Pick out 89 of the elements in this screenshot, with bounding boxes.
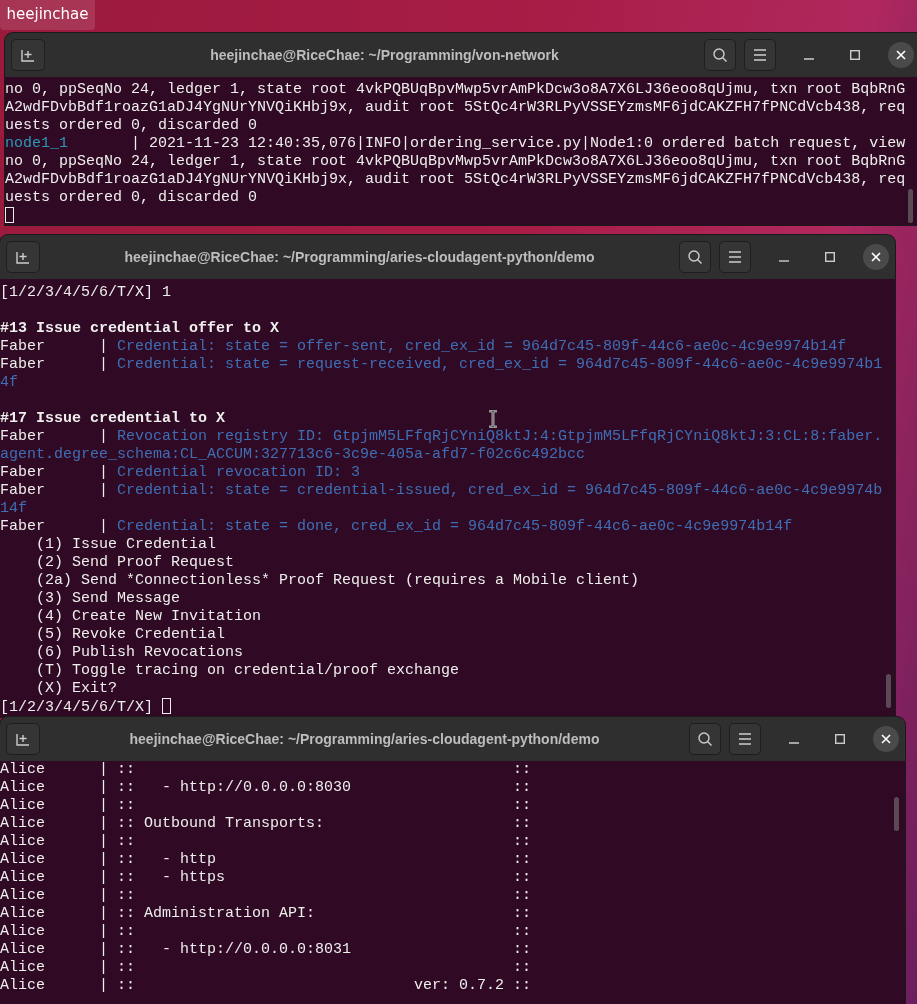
log-message: Credential revocation ID: 3 xyxy=(117,464,361,481)
terminal-text: Alice | :: ver: 0.7.2 :: xyxy=(0,977,532,994)
minimize-icon xyxy=(804,58,814,60)
window-title: heejinchae@RiceChae: ~/Programming/von-network xyxy=(209,47,560,63)
terminal-text: Alice | :: :: xyxy=(0,797,532,814)
search-icon xyxy=(697,731,713,747)
terminal-text: no 0, ppSeqNo 24, ledger 1, state root 4vkPQBUqBpvMwp5vrAmPkDcw3o8A7X6LJ36eoo8qUjmu, txn root BqbRnG xyxy=(5,81,906,98)
maximize-icon xyxy=(825,252,835,262)
log-message: Credential: state = offer-sent, cred_ex_id = 964d7c45-809f-44c6-ae0c-4c9e9974b14f xyxy=(117,338,847,355)
node-name: node1_1 xyxy=(5,135,68,152)
search-button[interactable] xyxy=(689,723,721,755)
section-heading: #13 Issue credential offer to X xyxy=(0,320,280,337)
terminal-text: no 0, ppSeqNo 24, ledger 1, state root 4vkPQBUqBpvMwp5vrAmPkDcw3o8A7X6LJ36eoo8qUjmu, txn root BqbRnG xyxy=(5,153,906,170)
terminal-text: Alice | :: :: xyxy=(0,833,532,850)
search-icon xyxy=(687,249,703,265)
terminal-text: Alice | :: - http :: xyxy=(0,851,532,868)
log-message: Credential: state = credential-issued, cred_ex_id = 964d7c45-809f-44c6-ae0c-4c9e9974b xyxy=(117,482,883,499)
new-tab-icon xyxy=(15,731,31,747)
scrollbar-thumb[interactable] xyxy=(886,674,891,708)
terminal-text: A2wdFDvbBdf1roazG1aDJ4YgNUrYNVQiKHbj9x, audit root 5StQc4rW3RLPyVSSEYzmsMF6jdCAKZFH7fPNCdVcb438, req xyxy=(5,171,906,188)
text-cursor xyxy=(162,698,172,714)
terminal-text: uests ordered 0, discarded 0 xyxy=(5,189,258,206)
terminal-text: (6) Publish Revocations xyxy=(35,644,244,661)
terminal-text: Faber | xyxy=(0,464,110,481)
scrollbar-thumb[interactable] xyxy=(894,797,899,831)
terminal-text: (1) Issue Credential xyxy=(35,536,217,553)
maximize-icon xyxy=(835,734,845,744)
terminal-text: Alice | :: Administration API: :: xyxy=(0,905,532,922)
terminal-text: (4) Create New Invitation xyxy=(35,608,262,625)
terminal-text: Alice | :: - http://0.0.0.0:8031 :: xyxy=(0,941,532,958)
terminal-text: Faber | xyxy=(0,482,110,499)
close-button[interactable] xyxy=(863,244,889,270)
close-icon xyxy=(896,50,906,60)
close-icon xyxy=(881,734,891,744)
log-message: Credential: state = request-received, cred_ex_id = 964d7c45-809f-44c6-ae0c-4c9e9974b1 xyxy=(117,356,883,373)
terminal-text: (X) Exit? xyxy=(35,680,118,697)
menu-icon xyxy=(728,251,742,263)
terminal-text: (2) Send Proof Request xyxy=(35,554,235,571)
terminal-text: (3) Send Message xyxy=(35,590,181,607)
terminal-text: Alice | :: :: xyxy=(0,761,532,778)
terminal-text: Alice | :: Outbound Transports: :: xyxy=(0,815,532,832)
minimize-icon xyxy=(779,260,789,262)
section-heading: #17 Issue credential to X xyxy=(0,410,226,427)
terminal-text: | 2021-11-23 12:40:35,076|INFO|ordering_service.py|Node1:0 ordered batch request, view xyxy=(130,135,906,152)
new-tab-button[interactable] xyxy=(6,723,40,755)
minimize-icon xyxy=(789,742,799,744)
terminal-text: A2wdFDvbBdf1roazG1aDJ4YgNUrYNVQiKHbj9x, audit root 5StQc4rW3RLPyVSSEYzmsMF6jdCAKZFH7fPNCdVcb438, req xyxy=(5,99,906,116)
search-icon xyxy=(712,47,728,63)
new-tab-icon xyxy=(20,47,36,63)
log-message: agent.degree_schema:CL_ACCUM:327713c6-3c9e-405a-afd7-f02c6c492bcc xyxy=(0,446,586,463)
terminal-text: Faber | xyxy=(0,356,110,373)
search-button[interactable] xyxy=(704,39,736,71)
menu-button[interactable] xyxy=(719,241,751,273)
terminal-text: Alice | :: - https :: xyxy=(0,869,532,886)
terminal-text: uests ordered 0, discarded 0 xyxy=(5,117,258,134)
log-message: Revocation registry ID: GtpjmM5LFfqRjCYniQ8ktJ:4:GtpjmM5LFfqRjCYniQ8ktJ:3:CL:8:faber. xyxy=(117,428,883,445)
mouse-ibeam-icon xyxy=(488,410,498,428)
scrollbar-thumb[interactable] xyxy=(908,189,913,223)
terminal-text: Alice | :: :: xyxy=(0,959,532,976)
window-title: heejinchae@RiceChae: ~/Programming/aries-cloudagent-python/demo xyxy=(123,249,596,265)
new-tab-button[interactable] xyxy=(11,39,45,71)
terminal-text: Faber | xyxy=(0,338,110,355)
terminal-text: Faber | xyxy=(0,518,110,535)
log-message: Credential: state = done, cred_ex_id = 964d7c45-809f-44c6-ae0c-4c9e9974b14f xyxy=(117,518,793,535)
search-button[interactable] xyxy=(679,241,711,273)
terminal-text: Alice | :: :: xyxy=(0,923,532,940)
terminal-text: [1/2/3/4/5/6/T/X] xyxy=(0,699,155,716)
desktop-icon-label[interactable]: heejinchae xyxy=(0,0,95,30)
terminal-text: Alice | :: - http://0.0.0.0:8030 :: xyxy=(0,779,532,796)
new-tab-button[interactable] xyxy=(6,241,40,273)
menu-button[interactable] xyxy=(729,723,761,755)
log-message: 14f xyxy=(0,500,27,517)
terminal-text: (T) Toggle tracing on credential/proof exchange xyxy=(35,662,460,679)
menu-icon xyxy=(753,49,767,61)
menu-icon xyxy=(738,733,752,745)
log-message: 4f xyxy=(0,374,18,391)
new-tab-icon xyxy=(15,249,31,265)
window-title: heejinchae@RiceChae: ~/Programming/aries-cloudagent-python/demo xyxy=(128,731,601,747)
close-icon xyxy=(871,252,881,262)
terminal-text: Alice | :: :: xyxy=(0,887,532,904)
terminal-text: (5) Revoke Credential xyxy=(35,626,226,643)
terminal-text: Faber | xyxy=(0,428,110,445)
terminal-text: [1/2/3/4/5/6/T/X] 1 xyxy=(0,284,172,301)
maximize-icon xyxy=(850,50,860,60)
close-button[interactable] xyxy=(873,726,899,752)
text-cursor xyxy=(5,207,14,223)
menu-button[interactable] xyxy=(744,39,776,71)
terminal-text: (2a) Send *Connectionless* Proof Request (requires a Mobile client) xyxy=(35,572,640,589)
close-button[interactable] xyxy=(888,42,914,68)
